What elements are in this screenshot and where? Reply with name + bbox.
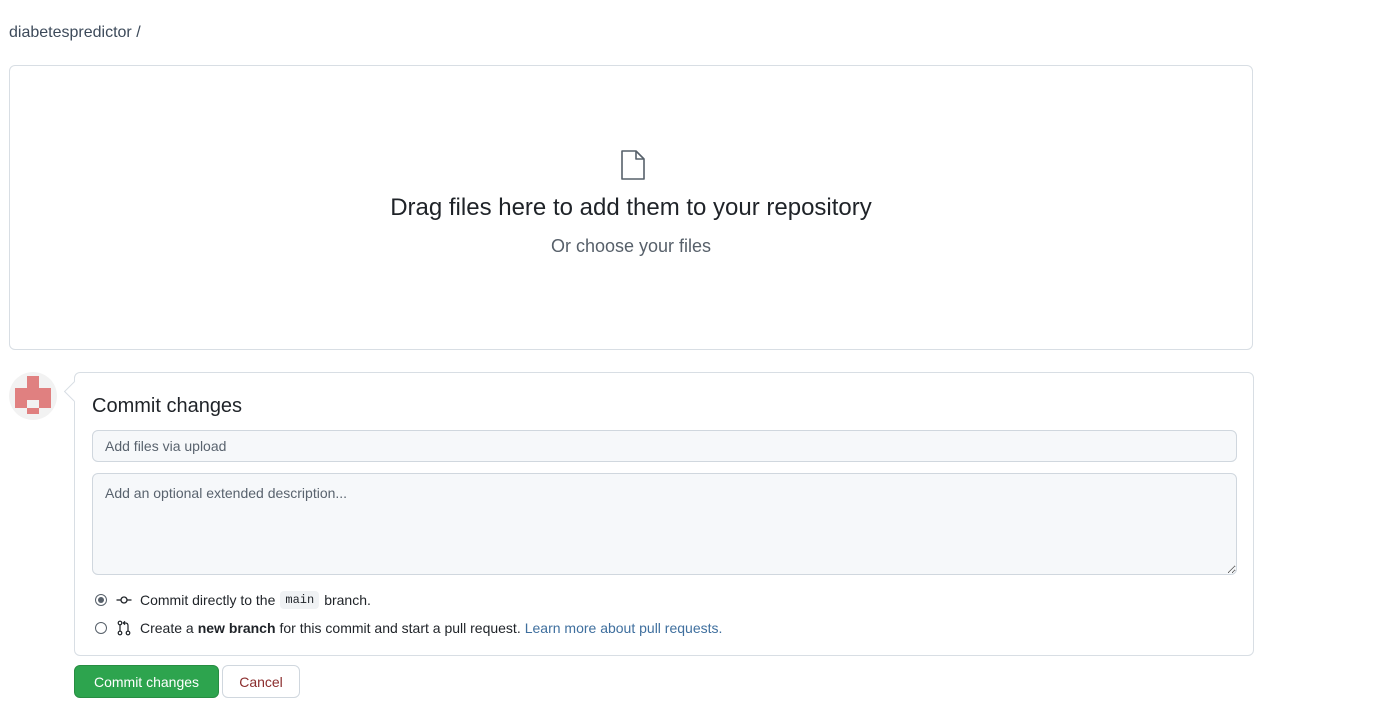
new-branch-option[interactable]: Create a new branch for this commit and …	[95, 620, 722, 636]
breadcrumb[interactable]: diabetespredictor /	[9, 24, 141, 42]
new-branch-radio[interactable]	[95, 622, 107, 634]
commit-direct-radio[interactable]	[95, 594, 107, 606]
learn-more-link[interactable]: Learn more about pull requests.	[525, 620, 723, 636]
cancel-button[interactable]: Cancel	[222, 665, 300, 698]
commit-direct-suffix: branch.	[324, 592, 371, 608]
new-branch-bold: new branch	[197, 620, 276, 636]
commit-form: Commit changes Commit directly to the ma…	[74, 372, 1254, 656]
avatar[interactable]	[9, 372, 57, 420]
commit-title: Commit changes	[92, 395, 243, 417]
dropzone-title: Drag files here to add them to your repo…	[390, 194, 872, 221]
file-icon	[621, 150, 645, 180]
file-dropzone[interactable]: Drag files here to add them to your repo…	[9, 65, 1253, 350]
avatar-identicon	[15, 376, 51, 414]
branch-name: main	[280, 591, 320, 609]
new-branch-suffix: for this commit and start a pull request…	[279, 620, 521, 636]
choose-files-link[interactable]: Or choose your files	[10, 236, 1252, 257]
new-branch-text: Create a	[140, 620, 194, 636]
commit-direct-option[interactable]: Commit directly to the main branch.	[95, 591, 371, 609]
git-commit-icon	[116, 596, 132, 604]
commit-direct-text: Commit directly to the	[140, 592, 276, 608]
git-pull-request-icon	[117, 620, 131, 636]
commit-description-input[interactable]	[92, 473, 1237, 575]
commit-changes-button[interactable]: Commit changes	[74, 665, 219, 698]
commit-summary-input[interactable]	[92, 430, 1237, 462]
